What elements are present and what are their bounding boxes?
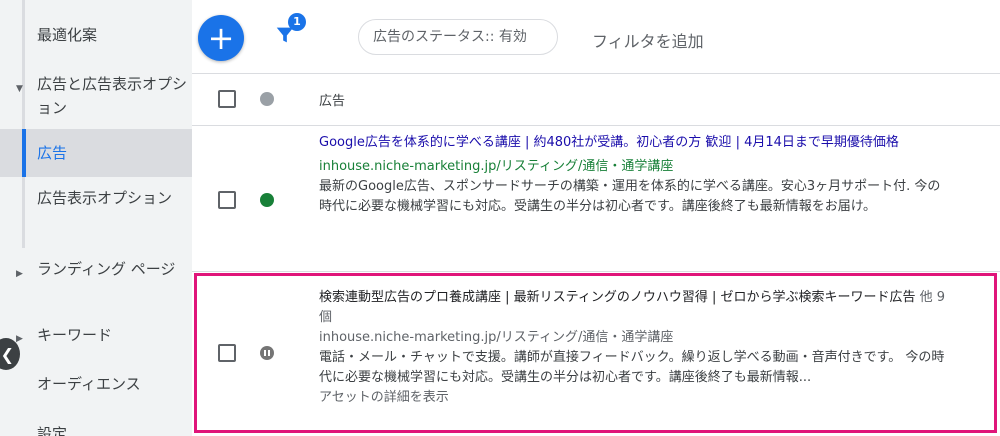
sidebar-item-label: 広告表示オプション [37,189,173,207]
view-asset-details-link[interactable]: アセットの詳細を表示 [319,388,949,408]
paused-status-icon[interactable] [260,346,274,360]
ad-display-url: inhouse.niche-marketing.jp/リスティング/通信・通学講… [319,330,674,345]
column-header-ad[interactable]: 広告 [319,90,345,109]
sidebar-item-label: ランディング ページ [37,260,176,278]
sidebar-item-label: キーワード [37,326,113,344]
sidebar-item-recommendations[interactable]: 最適化案 [0,24,192,48]
sidebar-item-settings[interactable]: 設定 [0,423,192,436]
create-ad-button[interactable]: + [198,15,244,61]
ad-description: 最新のGoogle広告、スポンサードサーチの構築・運用を体系的に学べる講座。安心… [319,179,941,214]
status-filter-chip[interactable]: 広告のステータス:: 有効 [358,19,558,55]
ad-display-url: inhouse.niche-marketing.jp/リスティング/通信・通学講… [319,159,674,174]
sidebar-item-keywords[interactable]: ▶ キーワード [0,324,192,350]
chevron-left-icon: ❮ [0,344,14,364]
sidebar: 最適化案 ▼ 広告と広告表示オプション 広告 広告表示オプション ▶ ランディン… [0,0,192,436]
row-checkbox[interactable] [218,344,236,362]
sidebar-item-landing-pages[interactable]: ▶ ランディング ページ [0,257,192,307]
ad-preview: Google広告を体系的に学べる講座 | 約480社が受講。初心者の方 歓迎 |… [319,133,949,217]
sidebar-item-label: 設定 [37,425,68,436]
enabled-status-dot[interactable] [260,193,274,207]
main-panel: + 1 広告のステータス:: 有効 フィルタを追加 広告 Google広告を体系… [192,0,1000,436]
sidebar-item-label: 広告 [37,144,68,162]
toolbar: + 1 広告のステータス:: 有効 フィルタを追加 [192,0,1000,74]
ad-headline-text[interactable]: 検索連動型広告のプロ養成講座 | 最新リスティングのノウハウ習得 | ゼロから学… [319,290,916,305]
row-checkbox[interactable] [218,191,236,209]
table-row: Google広告を体系的に学べる講座 | 約480社が受講。初心者の方 歓迎 |… [192,127,1000,272]
select-all-checkbox[interactable] [218,90,236,108]
sidebar-item-label: 広告と広告表示オプション [37,75,188,117]
filter-count-badge: 1 [288,13,306,31]
ad-headline: 検索連動型広告のプロ養成講座 | 最新リスティングのノウハウ習得 | ゼロから学… [319,288,949,328]
caret-right-icon: ▶ [16,269,23,279]
sidebar-item-ads[interactable]: 広告 [0,129,192,177]
status-column-dot [260,92,274,106]
sidebar-item-label: 最適化案 [37,26,98,44]
ad-headline[interactable]: Google広告を体系的に学べる講座 | 約480社が受講。初心者の方 歓迎 |… [319,133,949,153]
ad-description: 電話・メール・チャットで支援。講師が直接フィードバック。繰り返し学べる動画・音声… [319,350,945,385]
ad-preview: 検索連動型広告のプロ養成講座 | 最新リスティングのノウハウ習得 | ゼロから学… [319,288,949,408]
table-row: 検索連動型広告のプロ養成講座 | 最新リスティングのノウハウ習得 | ゼロから学… [192,276,1000,432]
caret-down-icon: ▼ [16,84,23,94]
table-header: 広告 [192,74,1000,126]
sidebar-item-extensions[interactable]: 広告表示オプション [0,186,192,236]
sidebar-item-ads-extensions[interactable]: ▼ 広告と広告表示オプション [0,72,192,122]
sidebar-item-label: オーディエンス [37,375,141,393]
add-filter-button[interactable]: フィルタを追加 [592,28,704,52]
active-indicator [22,129,26,177]
plus-icon: + [207,19,235,57]
sidebar-item-audiences[interactable]: オーディエンス [0,373,192,399]
